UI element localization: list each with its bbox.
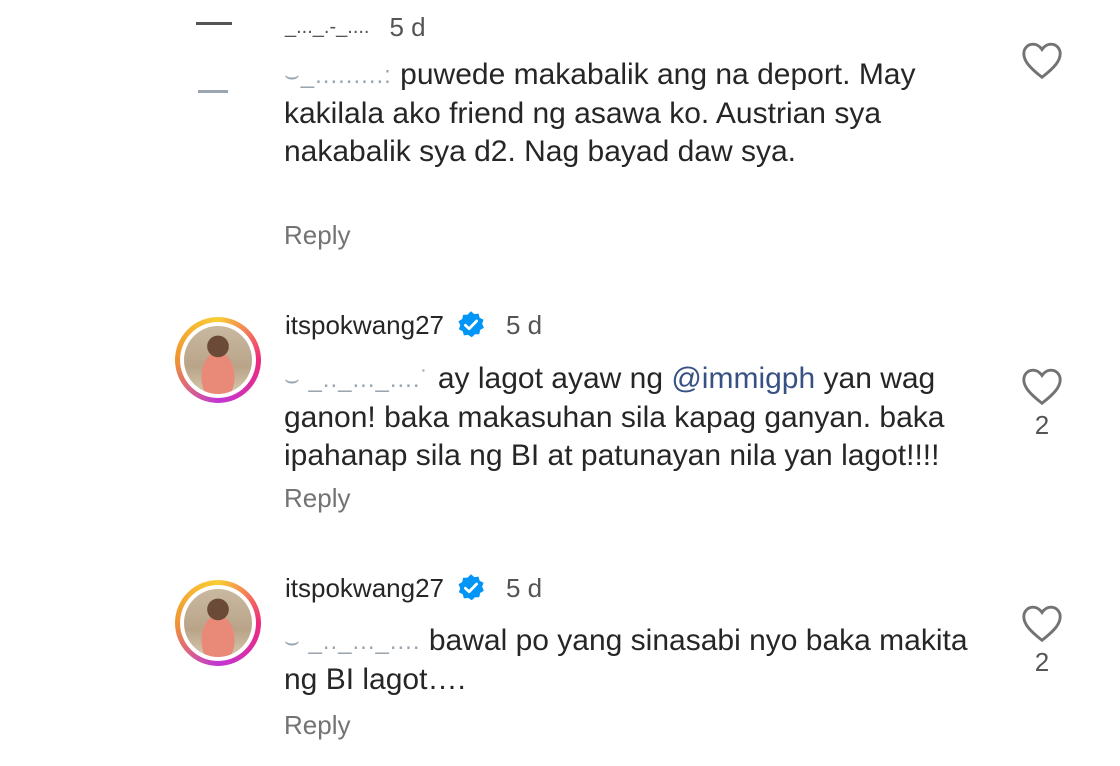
avatar-stub: [196, 22, 232, 25]
like-count: 2: [1034, 647, 1050, 677]
like-button[interactable]: 2: [1018, 366, 1066, 441]
heart-outline-icon: [1022, 42, 1062, 80]
like-button[interactable]: 2: [1018, 603, 1066, 678]
heart-outline-icon: [1022, 605, 1062, 643]
like-button[interactable]: [1018, 40, 1066, 80]
username-redacted[interactable]: _..._.-_....: [285, 16, 369, 39]
reply-button[interactable]: Reply: [284, 483, 350, 514]
heart-outline-icon: [1022, 368, 1062, 406]
avatar[interactable]: [175, 317, 261, 403]
comment-age: 5 d: [389, 11, 426, 42]
avatar-image: [184, 326, 252, 394]
username[interactable]: itspokwang27: [285, 573, 444, 604]
like-count: 2: [1034, 410, 1050, 440]
username[interactable]: itspokwang27: [285, 310, 444, 341]
comment-body-start: ay lagot ayaw ng: [437, 362, 672, 395]
comment-header: itspokwang27 5 d: [285, 308, 542, 342]
reply-button[interactable]: Reply: [284, 220, 350, 251]
comment-text: ⌣_.........: puwede makabalik ang na dep…: [284, 56, 1004, 171]
mention-redacted[interactable]: ⌣ _.._..._....˙: [284, 361, 430, 399]
comment-age: 5 d: [506, 572, 543, 603]
comment-age: 5 d: [506, 309, 543, 340]
avatar-stub-bottom: [198, 90, 228, 93]
reply-button[interactable]: Reply: [284, 710, 350, 741]
comment-text: ⌣ _.._..._.... bawal po yang sinasabi ny…: [284, 622, 1004, 699]
verified-badge-icon: [458, 574, 484, 601]
avatar[interactable]: [175, 580, 261, 666]
comment-header: itspokwang27 5 d: [285, 571, 542, 605]
mention-redacted[interactable]: ⌣_.........:: [284, 57, 392, 95]
comment-text: ⌣ _.._..._....˙ ay lagot ayaw ng @immigp…: [284, 360, 1004, 475]
verified-badge-icon: [458, 311, 484, 338]
avatar-image: [184, 589, 252, 657]
comment-header: _..._.-_.... 5 d: [285, 10, 426, 44]
mention-redacted[interactable]: ⌣ _.._..._....: [284, 623, 421, 661]
mention-link[interactable]: @immigph: [671, 362, 815, 395]
